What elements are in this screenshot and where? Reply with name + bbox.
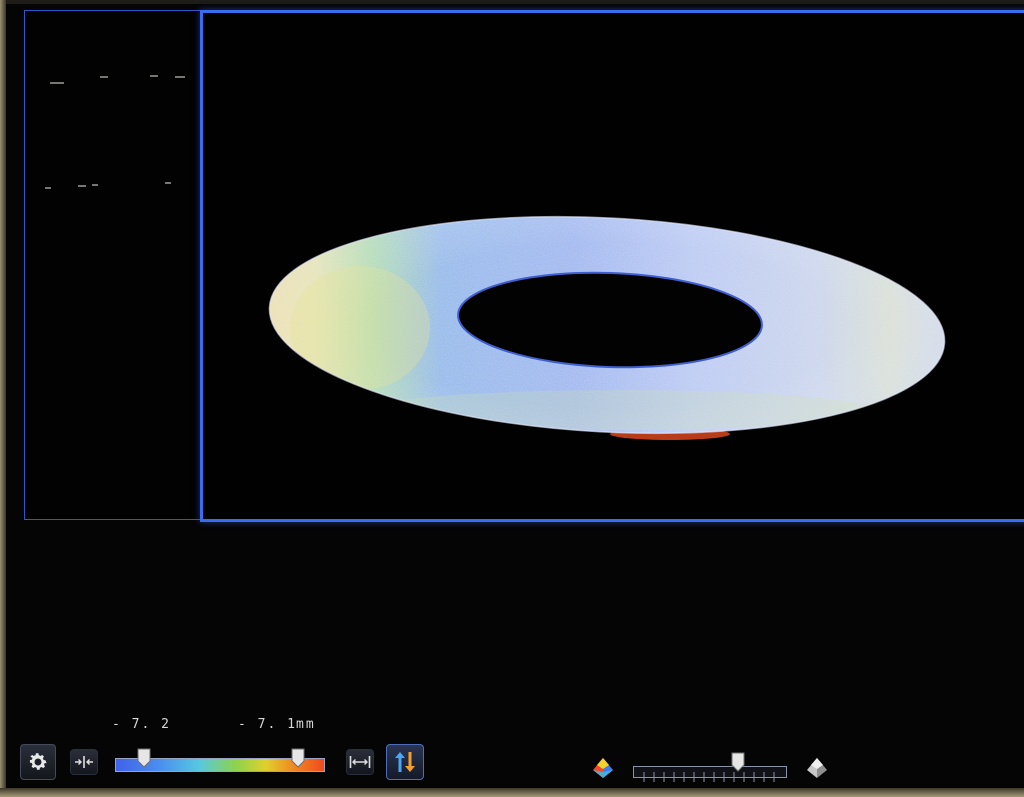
range-max-handle[interactable]	[291, 748, 305, 768]
up-down-arrows-icon	[395, 752, 415, 772]
monitor-bezel-top	[0, 0, 1024, 4]
monitor-bezel-left	[0, 0, 6, 797]
measurement-screen: - 7. 2 - 7. 1 mm	[0, 0, 1024, 797]
compress-horizontal-icon	[75, 756, 93, 768]
ring-surface-model[interactable]	[200, 10, 1024, 522]
bottom-toolbar: - 7. 2 - 7. 1 mm	[0, 700, 1024, 788]
range-unit-label: mm	[296, 717, 316, 732]
shading-slider-handle[interactable]	[731, 752, 745, 772]
gray-pyramid-icon[interactable]	[805, 756, 829, 780]
range-min-label: - 7. 2	[112, 717, 171, 732]
auto-range-button[interactable]	[386, 744, 424, 780]
expand-horizontal-icon	[349, 756, 371, 768]
range-narrow-button[interactable]	[70, 749, 98, 775]
monitor-bezel-bottom	[0, 788, 1024, 797]
range-min-handle[interactable]	[137, 748, 151, 768]
shading-slider[interactable]	[633, 766, 787, 782]
gear-icon	[29, 753, 47, 770]
range-max-label: - 7. 1	[238, 717, 297, 732]
shading-slider-ticks	[643, 772, 775, 782]
range-expand-button[interactable]	[346, 749, 374, 775]
settings-button[interactable]	[20, 744, 56, 780]
color-pyramid-icon[interactable]	[591, 756, 615, 780]
